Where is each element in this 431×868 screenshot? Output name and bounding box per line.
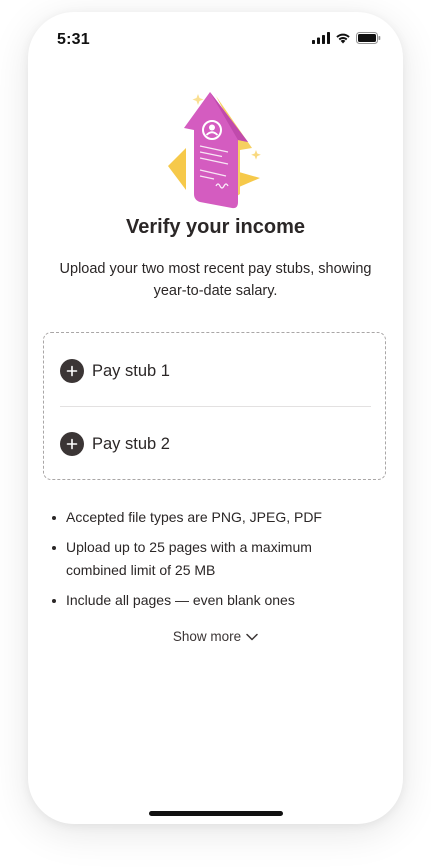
status-time: 5:31 <box>57 31 90 48</box>
bullet-icon <box>52 546 56 550</box>
list-item: Accepted file types are PNG, JPEG, PDF <box>52 506 372 529</box>
status-bar: 5:31 <box>28 12 403 62</box>
cellular-signal-icon <box>312 32 330 44</box>
requirement-text: Include all pages — even blank ones <box>66 592 295 608</box>
phone-screen: 5:31 Verify your income Upload your two … <box>28 12 403 824</box>
upload-pay-stub-2-button[interactable]: Pay stub 2 <box>60 431 371 457</box>
chevron-down-icon <box>246 629 258 644</box>
list-item: Upload up to 25 pages with a maximum com… <box>52 536 372 582</box>
page-subtitle: Upload your two most recent pay stubs, s… <box>59 261 372 299</box>
upload-box: Pay stub 1 Pay stub 2 <box>43 332 386 480</box>
divider <box>60 406 371 407</box>
plus-icon <box>60 432 84 456</box>
requirement-text: Accepted file types are PNG, JPEG, PDF <box>66 509 322 525</box>
page-title: Verify your income <box>126 216 305 238</box>
requirements-list: Accepted file types are PNG, JPEG, PDF U… <box>52 506 372 619</box>
battery-icon <box>356 32 381 44</box>
status-icons <box>312 32 381 44</box>
bullet-icon <box>52 516 56 520</box>
show-more-label: Show more <box>172 629 242 644</box>
upload-pay-stub-1-button[interactable]: Pay stub 1 <box>60 358 371 384</box>
upload-label: Pay stub 1 <box>92 361 170 380</box>
show-more-button[interactable]: Show more <box>28 629 403 644</box>
upload-label: Pay stub 2 <box>92 434 170 453</box>
requirement-text: Upload up to 25 pages with a maximum com… <box>66 539 312 578</box>
pay-stub-upload-illustration <box>164 90 268 210</box>
bullet-icon <box>52 599 56 603</box>
wifi-icon <box>335 32 351 44</box>
list-item: Include all pages — even blank ones <box>52 589 372 612</box>
plus-icon <box>60 359 84 383</box>
home-indicator <box>149 811 283 816</box>
